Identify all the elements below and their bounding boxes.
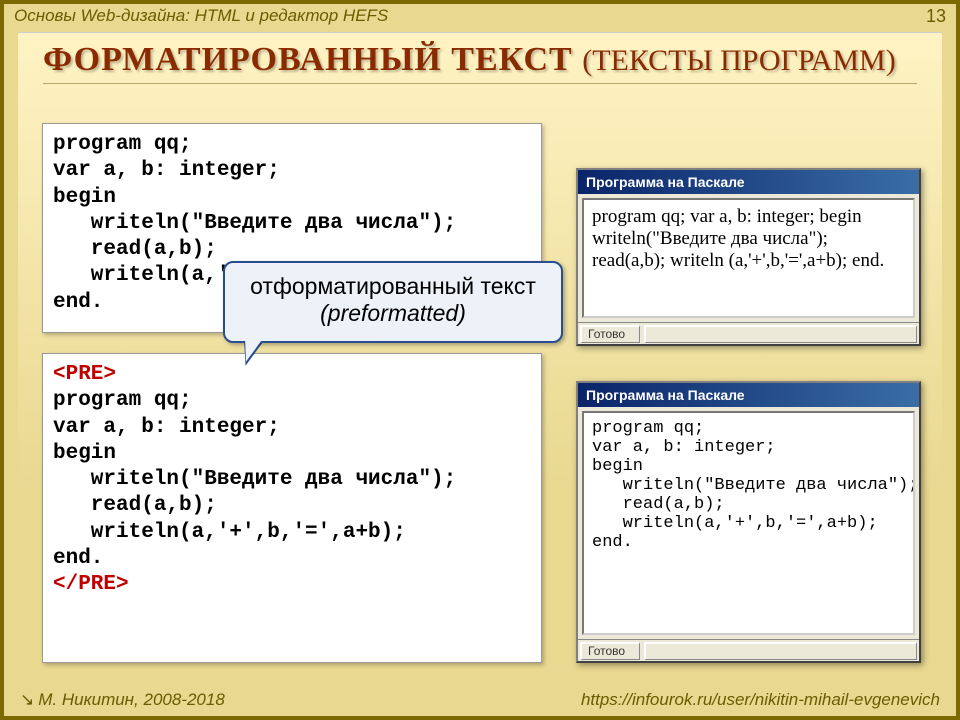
page-number: 13 <box>926 6 946 27</box>
footer-arrow-icon: ↘ <box>20 690 34 709</box>
window-body: program qq; var a, b: integer; begin wri… <box>582 198 915 318</box>
callout-bubble: отформатированный текст (preformatted) <box>223 261 563 343</box>
status-spacer <box>644 642 917 660</box>
footer-author: ↘М. Никитин, 2008-2018 <box>20 690 225 710</box>
title-divider <box>43 83 917 84</box>
code-pre-body: program qq; var a, b: integer; begin wri… <box>53 389 456 570</box>
browser-window-unformatted: Программа на Паскале program qq; var a, … <box>576 168 921 346</box>
window-body: program qq; var a, b: integer; begin wri… <box>582 411 915 635</box>
status-spacer <box>644 325 917 343</box>
slide-title: ФОРМАТИРОВАННЫЙ ТЕКСТ (ТЕКСТЫ ПРОГРАММ) <box>18 33 942 81</box>
footer-url: https://infourok.ru/user/nikitin-mihail-… <box>581 690 940 710</box>
header-bar: Основы Web-дизайна: HTML и редактор HEFS… <box>14 6 946 27</box>
pre-open-tag: <PRE> <box>53 363 116 386</box>
code-block-pre: <PRE> program qq; var a, b: integer; beg… <box>42 353 542 663</box>
callout-line2: (preformatted) <box>237 300 549 327</box>
window-titlebar: Программа на Паскале <box>578 383 919 407</box>
window-statusbar: Готово <box>578 322 919 344</box>
pre-close-tag: </PRE> <box>53 573 129 596</box>
callout-line1: отформатированный текст <box>237 273 549 300</box>
status-text: Готово <box>580 325 640 343</box>
status-text: Готово <box>580 642 640 660</box>
browser-window-formatted: Программа на Паскале program qq; var a, … <box>576 381 921 663</box>
slide-page: Основы Web-дизайна: HTML и редактор HEFS… <box>0 0 960 720</box>
content-area: ФОРМАТИРОВАННЫЙ ТЕКСТ (ТЕКСТЫ ПРОГРАММ) … <box>18 32 942 686</box>
window-statusbar: Готово <box>578 639 919 661</box>
footer-bar: ↘М. Никитин, 2008-2018 https://infourok.… <box>20 690 940 710</box>
title-main: ФОРМАТИРОВАННЫЙ ТЕКСТ <box>43 41 573 78</box>
window-titlebar: Программа на Паскале <box>578 170 919 194</box>
title-sub: (ТЕКСТЫ ПРОГРАММ) <box>582 44 895 77</box>
breadcrumb: Основы Web-дизайна: HTML и редактор HEFS <box>14 6 388 27</box>
